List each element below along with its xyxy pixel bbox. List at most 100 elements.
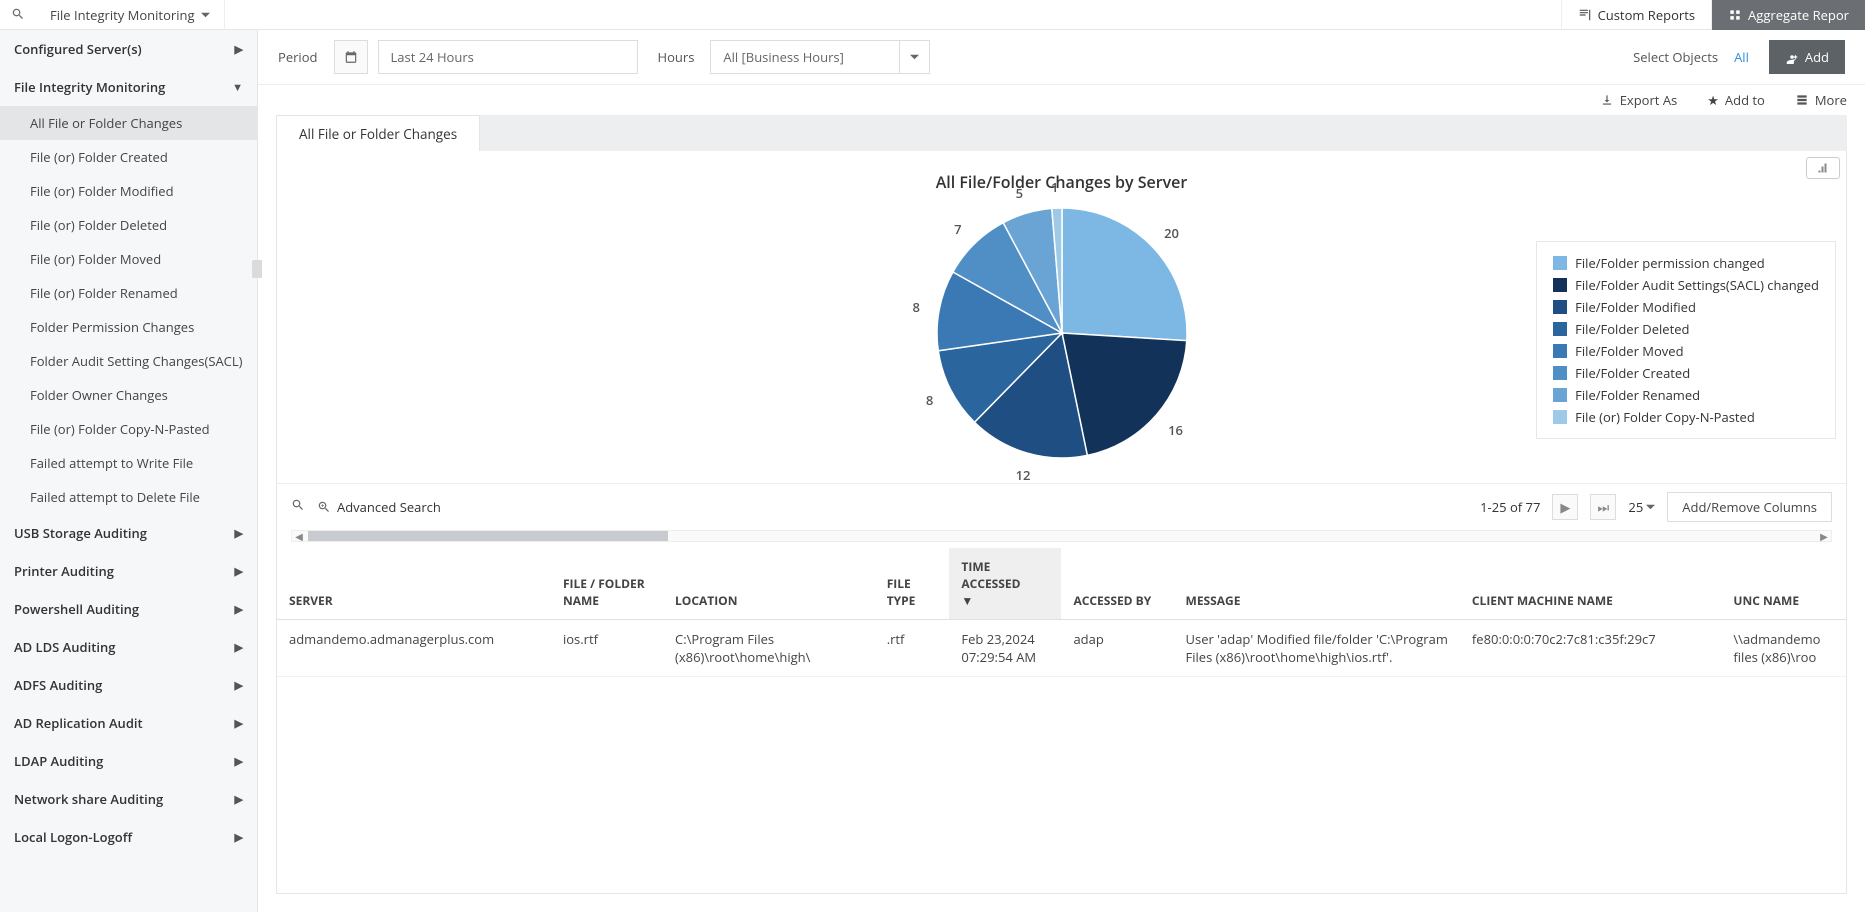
advanced-search-button[interactable]: Advanced Search [317,498,441,516]
sidebar-group[interactable]: USB Storage Auditing▶ [0,514,257,552]
chevron-right-icon: ▶ [235,792,243,807]
sidebar-item[interactable]: File (or) Folder Renamed [0,276,257,310]
sidebar-group-label: File Integrity Monitoring [14,78,165,96]
column-header[interactable]: FILE / FOLDER NAME [551,548,663,620]
select-objects-link[interactable]: All [1734,48,1749,66]
column-header[interactable]: UNC NAME [1721,548,1846,620]
legend-swatch [1553,256,1567,270]
column-header[interactable]: FILE TYPE [875,548,950,620]
custom-reports-button[interactable]: Custom Reports [1561,0,1711,30]
quick-search-icon[interactable] [291,498,305,516]
action-row: Export As ★ Add to More [258,85,1865,115]
page-size-select[interactable]: 25 [1628,498,1655,516]
sidebar-group[interactable]: AD Replication Audit▶ [0,704,257,742]
period-value: Last 24 Hours [391,48,474,66]
legend-item[interactable]: File/Folder Created [1553,362,1819,384]
sidebar: Configured Server(s)▶ File Integrity Mon… [0,30,258,912]
sidebar-group[interactable]: LDAP Auditing▶ [0,742,257,780]
star-icon: ★ [1707,91,1719,109]
pie-slice-label: 8 [912,298,919,316]
aggregate-reports-label: Aggregate Repor [1748,6,1849,24]
sidebar-group[interactable]: Printer Auditing▶ [0,552,257,590]
sidebar-resize-handle[interactable] [252,260,262,278]
legend-swatch [1553,300,1567,314]
sidebar-item[interactable]: Failed attempt to Delete File [0,480,257,514]
add-remove-columns-button[interactable]: Add/Remove Columns [1667,492,1832,522]
sidebar-item[interactable]: All File or Folder Changes [0,106,257,140]
chart-type-toggle[interactable] [1806,157,1840,179]
sidebar-group-fim[interactable]: File Integrity Monitoring ▼ [0,68,257,106]
add-button[interactable]: Add [1769,40,1845,74]
sort-desc-icon: ▼ [961,592,973,609]
pie-slice-label: 1 [1051,178,1058,196]
topmenu-item[interactable]: File Integrity Monitoring [36,0,225,30]
pie-slice-label: 5 [1016,184,1023,202]
sidebar-group[interactable]: Local Logon-Logoff▶ [0,818,257,856]
sidebar-group[interactable]: Network share Auditing▶ [0,780,257,818]
column-header[interactable]: ACCESSED BY [1061,548,1173,620]
table-row[interactable]: admandemo.admanagerplus.comios.rtfC:\Pro… [277,620,1846,677]
horizontal-scrollbar[interactable]: ◀ ▶ [291,530,1832,542]
more-button[interactable]: More [1795,91,1847,109]
export-as-button[interactable]: Export As [1600,91,1678,109]
legend-item[interactable]: File/Folder Audit Settings(SACL) changed [1553,274,1819,296]
sidebar-group[interactable]: Powershell Auditing▶ [0,590,257,628]
legend-item[interactable]: File/Folder Deleted [1553,318,1819,340]
legend-swatch [1553,278,1567,292]
legend-item[interactable]: File/Folder Moved [1553,340,1819,362]
legend-item[interactable]: File/Folder permission changed [1553,252,1819,274]
column-header[interactable]: SERVER [277,548,551,620]
chevron-right-icon: ▶ [235,754,243,769]
content-area: Period Last 24 Hours Hours All [Business… [258,30,1865,912]
sidebar-item[interactable]: Folder Permission Changes [0,310,257,344]
chevron-down-icon [201,6,210,24]
search-icon[interactable] [0,4,36,26]
period-select[interactable]: Last 24 Hours [378,40,638,74]
period-label: Period [278,48,318,66]
pager-last-icon[interactable]: ⏭ [1590,494,1616,520]
chevron-right-icon: ▶ [235,640,243,655]
legend-swatch [1553,322,1567,336]
calendar-icon[interactable] [334,40,368,74]
sidebar-item[interactable]: File (or) Folder Deleted [0,208,257,242]
pager-next-icon[interactable]: ▶ [1552,494,1578,520]
sidebar-item[interactable]: Failed attempt to Write File [0,446,257,480]
legend-item[interactable]: File/Folder Renamed [1553,384,1819,406]
legend-item[interactable]: File (or) Folder Copy-N-Pasted [1553,406,1819,428]
tab-all-changes[interactable]: All File or Folder Changes [276,115,480,151]
sidebar-item[interactable]: File (or) Folder Modified [0,174,257,208]
pie-slice-label: 12 [1016,466,1031,484]
column-header[interactable]: CLIENT MACHINE NAME [1460,548,1722,620]
legend-swatch [1553,366,1567,380]
sidebar-item[interactable]: File (or) Folder Moved [0,242,257,276]
legend-swatch [1553,410,1567,424]
add-to-button[interactable]: ★ Add to [1707,91,1765,109]
legend-item[interactable]: File/Folder Modified [1553,296,1819,318]
legend-swatch [1553,344,1567,358]
column-header[interactable]: LOCATION [663,548,875,620]
sidebar-group[interactable]: Configured Server(s)▶ [0,30,257,68]
sidebar-item[interactable]: Folder Owner Changes [0,378,257,412]
chevron-right-icon: ▶ [235,42,243,57]
sidebar-group[interactable]: AD LDS Auditing▶ [0,628,257,666]
aggregate-reports-button[interactable]: Aggregate Repor [1711,0,1865,30]
add-button-label: Add [1805,48,1829,66]
column-header[interactable]: TIME ACCESSED▼ [949,548,1061,620]
hours-label: Hours [658,48,695,66]
pie-slice-label: 8 [926,391,933,409]
pie-slice-label: 16 [1168,421,1183,439]
chart-legend: File/Folder permission changedFile/Folde… [1536,241,1836,439]
sidebar-item[interactable]: File (or) Folder Copy-N-Pasted [0,412,257,446]
top-menu-bar: Server Audit ReportsLocal Logon-LogoffFi… [0,0,1865,30]
sidebar-group[interactable]: ADFS Auditing▶ [0,666,257,704]
hours-select[interactable]: All [Business Hours] [710,40,930,74]
pie-slice-label: 7 [954,220,961,238]
chevron-right-icon: ▶ [235,564,243,579]
sidebar-item[interactable]: File (or) Folder Created [0,140,257,174]
client-machine-link[interactable]: fe80:0:0:0:70c2:7c81:c35f:29c7 [1460,620,1722,677]
sidebar-item[interactable]: Folder Audit Setting Changes(SACL) [0,344,257,378]
chevron-right-icon: ▶ [235,830,243,845]
chevron-down-icon [899,41,929,73]
pie-chart [932,203,1192,463]
column-header[interactable]: MESSAGE [1174,548,1460,620]
